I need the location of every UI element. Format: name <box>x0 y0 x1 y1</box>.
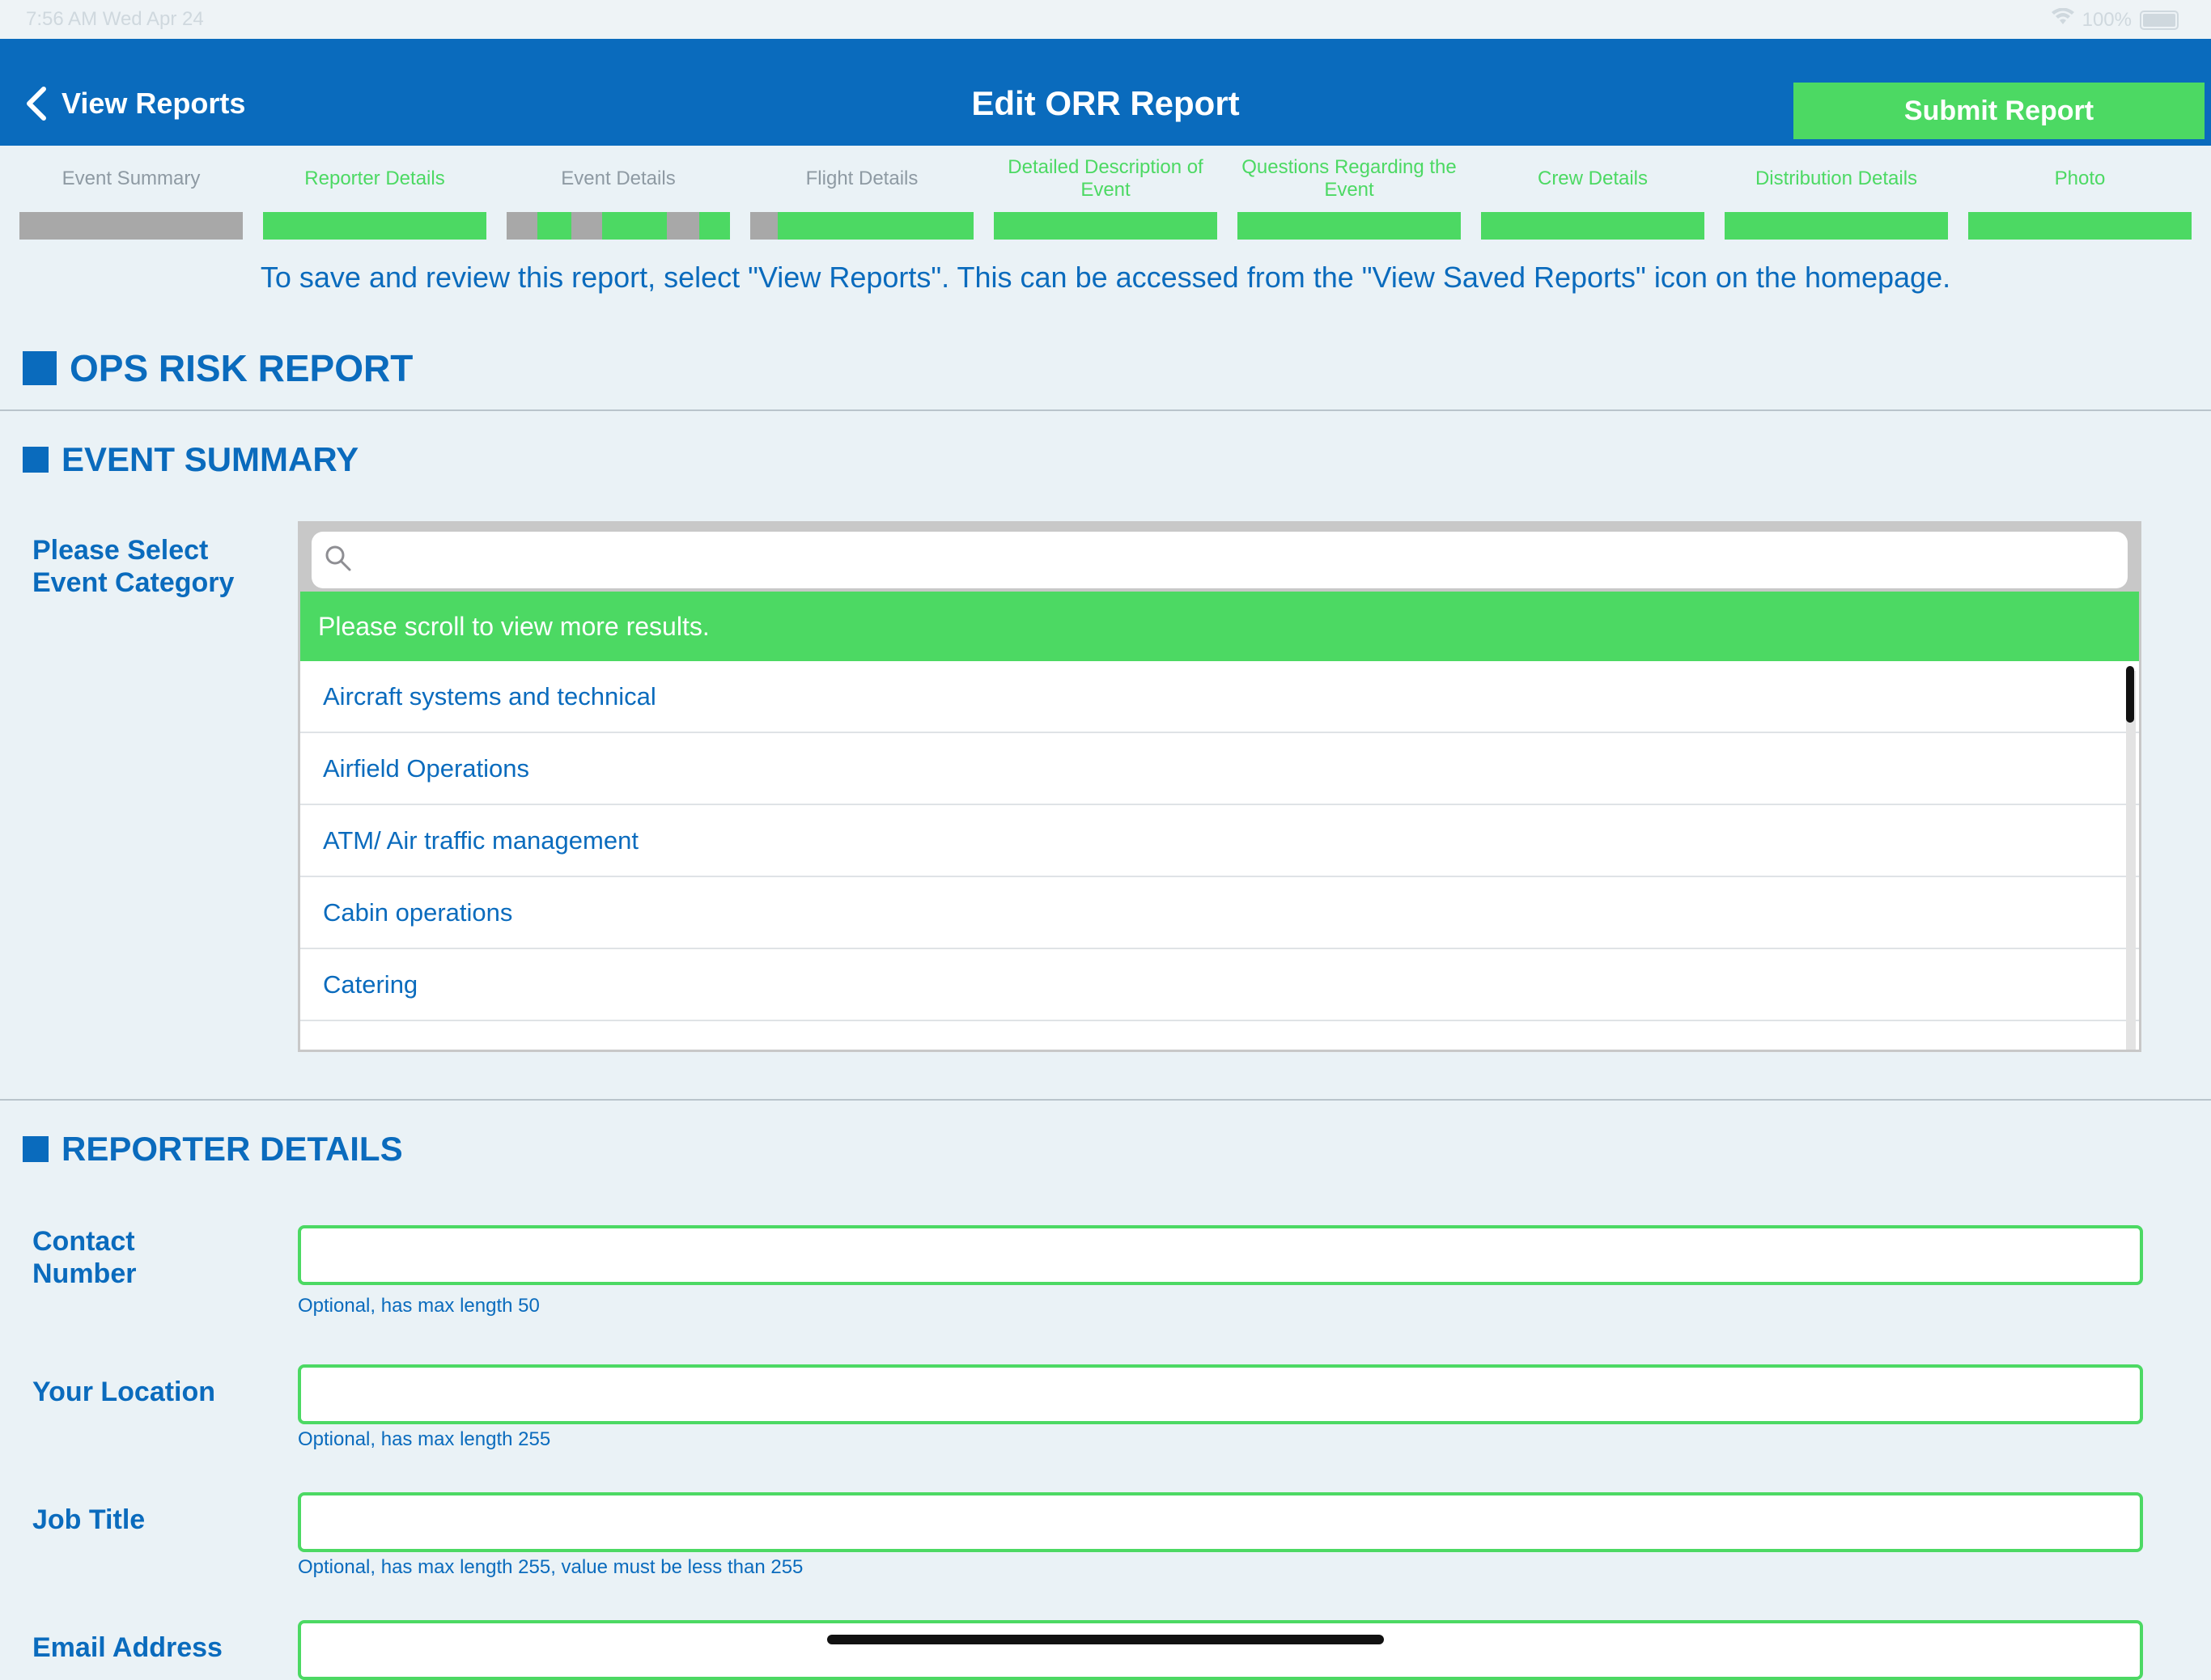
report-title: OPS RISK REPORT <box>23 346 413 390</box>
report-title-text: OPS RISK REPORT <box>70 347 414 389</box>
reporter-details-title: REPORTER DETAILS <box>62 1130 403 1168</box>
square-icon <box>23 1136 49 1162</box>
step-label: Event Details <box>561 168 676 189</box>
step-label: Flight Details <box>805 168 919 189</box>
step-progress-bar <box>1968 212 2192 240</box>
step-flight-details[interactable]: Flight Details <box>750 154 974 240</box>
square-icon <box>23 351 57 385</box>
step-label: Reporter Details <box>304 168 445 189</box>
status-time: 7:56 AM Wed Apr 24 <box>26 8 204 30</box>
step-progress-bar <box>507 212 730 240</box>
job-title-hint: Optional, has max length 255, value must… <box>298 1556 804 1578</box>
step-label: Photo <box>2054 168 2106 189</box>
step-detailed-description[interactable]: Detailed Description of Event <box>994 154 1217 240</box>
step-label: Questions Regarding the Event <box>1241 156 1457 201</box>
wifi-icon <box>2051 7 2074 32</box>
event-category-label: Please Select Event Category <box>32 535 235 598</box>
contact-number-label: Contact Number <box>32 1226 137 1289</box>
job-title-label: Job Title <box>32 1504 146 1535</box>
email-field[interactable] <box>298 1620 2143 1680</box>
step-label: Crew Details <box>1537 168 1649 189</box>
contact-number-hint: Optional, has max length 50 <box>298 1295 540 1317</box>
submit-report-button[interactable]: Submit Report <box>1793 83 2205 139</box>
home-indicator[interactable] <box>827 1635 1384 1644</box>
step-event-summary[interactable]: Event Summary <box>19 154 243 240</box>
battery-percent: 100% <box>2082 8 2132 31</box>
list-item[interactable]: ATM/ Air traffic management <box>300 805 2139 877</box>
location-hint: Optional, has max length 255 <box>298 1428 551 1450</box>
square-icon <box>23 447 49 473</box>
step-photo[interactable]: Photo <box>1968 154 2192 240</box>
reporter-details-heading: REPORTER DETAILS <box>23 1130 403 1169</box>
step-event-details[interactable]: Event Details <box>507 154 730 240</box>
email-label: Email Address <box>32 1632 223 1663</box>
step-reporter-details[interactable]: Reporter Details <box>263 154 486 240</box>
step-crew-details[interactable]: Crew Details <box>1481 154 1704 240</box>
event-summary-heading: EVENT SUMMARY <box>23 440 359 479</box>
step-progress-bar <box>1725 212 1948 240</box>
list-item-partial[interactable] <box>300 1021 2139 1050</box>
step-progress-bar <box>263 212 486 240</box>
scrollbar-track[interactable] <box>2126 671 2136 1050</box>
event-category-picker: Please scroll to view more results. Airc… <box>298 521 2141 1052</box>
event-summary-title: EVENT SUMMARY <box>62 440 359 478</box>
divider <box>0 409 2211 411</box>
search-icon <box>325 545 351 571</box>
step-progress-bar <box>994 212 1217 240</box>
step-progress-bar <box>19 212 243 240</box>
step-progress-bar <box>1237 212 1461 240</box>
scroll-hint-banner: Please scroll to view more results. <box>300 592 2139 661</box>
step-progress-bar <box>750 212 974 240</box>
step-label: Event Summary <box>62 168 201 189</box>
list-item[interactable]: Airfield Operations <box>300 733 2139 805</box>
category-search-input[interactable] <box>312 532 2128 588</box>
step-label: Detailed Description of Event <box>1008 156 1203 201</box>
job-title-field[interactable] <box>298 1492 2143 1552</box>
contact-number-field[interactable] <box>298 1225 2143 1285</box>
list-item[interactable]: Catering <box>300 949 2139 1021</box>
save-notice: To save and review this report, select "… <box>260 261 1951 294</box>
step-questions[interactable]: Questions Regarding the Event <box>1237 154 1461 240</box>
nav-bar: View Reports Edit ORR Report Submit Repo… <box>0 39 2211 146</box>
status-bar: 7:56 AM Wed Apr 24 100% <box>0 0 2211 39</box>
progress-steps: Event Summary Reporter Details Event Det… <box>19 154 2205 243</box>
step-label: Distribution Details <box>1755 168 1918 189</box>
scrollbar-thumb[interactable] <box>2126 666 2134 723</box>
location-field[interactable] <box>298 1364 2143 1424</box>
divider <box>0 1099 2211 1101</box>
list-item[interactable]: Aircraft systems and technical <box>300 661 2139 733</box>
battery-icon <box>2140 10 2179 30</box>
status-right: 100% <box>2051 7 2179 32</box>
location-label: Your Location <box>32 1377 216 1407</box>
list-item[interactable]: Cabin operations <box>300 877 2139 949</box>
step-distribution-details[interactable]: Distribution Details <box>1725 154 1948 240</box>
step-progress-bar <box>1481 212 1704 240</box>
search-bar <box>300 524 2139 592</box>
